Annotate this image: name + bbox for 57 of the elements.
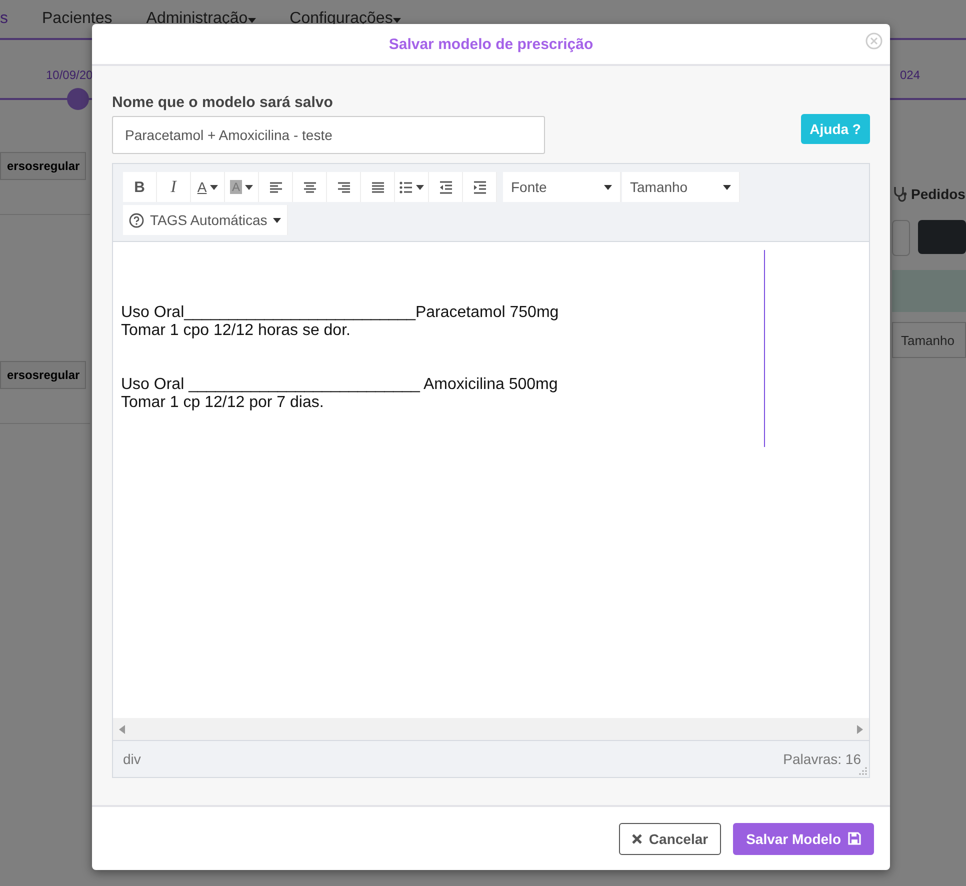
nav-link[interactable]: s bbox=[0, 10, 8, 28]
save-button[interactable]: Salvar Modelo bbox=[733, 822, 874, 854]
name-field[interactable]: Paracetamol + Amoxicilina - teste bbox=[112, 116, 545, 154]
italic-button[interactable]: I bbox=[157, 172, 191, 202]
editor-area[interactable]: Uso Oral__________________________Paracetamol 750mg Tomar 1 cpo 12/12 horas se dor. Uso Oral __________________________ Amoxicilina 500mg Tomar 1 cp 12/12 por 7 dias. bbox=[113, 242, 869, 718]
font-color-button[interactable]: A bbox=[191, 172, 225, 202]
align-right-button[interactable] bbox=[327, 172, 361, 202]
cancel-button[interactable]: Cancelar bbox=[618, 822, 722, 854]
caret-icon bbox=[273, 218, 282, 222]
tags-dropdown[interactable]: TAGS Automáticas bbox=[123, 205, 288, 235]
caret-icon bbox=[245, 184, 253, 190]
timeline-date: 024 bbox=[900, 68, 920, 82]
nav-link[interactable]: Administração bbox=[146, 10, 256, 28]
bold-button[interactable]: B bbox=[123, 172, 157, 202]
scroll-left-icon bbox=[119, 724, 125, 734]
outdent-icon bbox=[438, 180, 452, 194]
close-icon bbox=[632, 834, 642, 844]
dropdown-select[interactable]: Fonte bbox=[503, 172, 621, 202]
element-path: div bbox=[123, 751, 141, 767]
text-line: Tomar 1 cpo 12/12 horas se dor. bbox=[121, 322, 352, 340]
help-icon bbox=[129, 212, 144, 228]
size-select[interactable]: Tamanho bbox=[892, 322, 966, 358]
bullet-list-icon bbox=[399, 180, 413, 194]
bullet-list-button[interactable] bbox=[395, 172, 429, 202]
align-right-icon bbox=[336, 180, 350, 194]
modal-title: Salvar modelo de prescrição bbox=[388, 36, 594, 52]
nav-link[interactable]: Configurações bbox=[290, 10, 401, 28]
justify-icon bbox=[370, 180, 384, 194]
caret-icon bbox=[210, 184, 218, 190]
timeline-marker[interactable] bbox=[67, 88, 89, 110]
dropdown-button[interactable]: ersosregular bbox=[0, 152, 86, 180]
caret-icon bbox=[723, 184, 731, 190]
field-label: Nome que o modelo sará salvo bbox=[112, 94, 334, 111]
caret-icon bbox=[604, 184, 612, 190]
close-icon bbox=[865, 32, 883, 50]
resize-grip-icon bbox=[859, 767, 867, 775]
align-left-icon bbox=[268, 180, 282, 194]
justify-button[interactable] bbox=[361, 172, 395, 202]
indent-button[interactable] bbox=[463, 172, 497, 202]
nav-link[interactable]: Pacientes bbox=[42, 10, 112, 28]
text-line: Uso Oral __________________________ Amoxicilina 500mg bbox=[121, 376, 559, 394]
align-center-button[interactable] bbox=[293, 172, 327, 202]
panel-title: Pedidos bbox=[911, 186, 966, 202]
indent-icon bbox=[472, 180, 486, 194]
text-line: Tomar 1 cp 12/12 por 7 dias. bbox=[121, 394, 325, 412]
stethoscope-icon bbox=[892, 186, 908, 202]
word-count: Palavras: 16 bbox=[783, 751, 861, 767]
align-center-icon bbox=[302, 180, 316, 194]
caret-icon bbox=[416, 184, 424, 190]
align-left-button[interactable] bbox=[259, 172, 293, 202]
scroll-right-icon bbox=[857, 724, 863, 734]
outdent-button[interactable] bbox=[429, 172, 463, 202]
timeline-date: 10/09/20 bbox=[46, 68, 93, 82]
dropdown-select[interactable]: Tamanho bbox=[622, 172, 740, 202]
search-field[interactable] bbox=[892, 220, 910, 256]
dropdown-button[interactable]: ersosregular bbox=[0, 361, 86, 389]
text-line: Uso Oral__________________________Paracetamol 750mg bbox=[121, 304, 560, 322]
